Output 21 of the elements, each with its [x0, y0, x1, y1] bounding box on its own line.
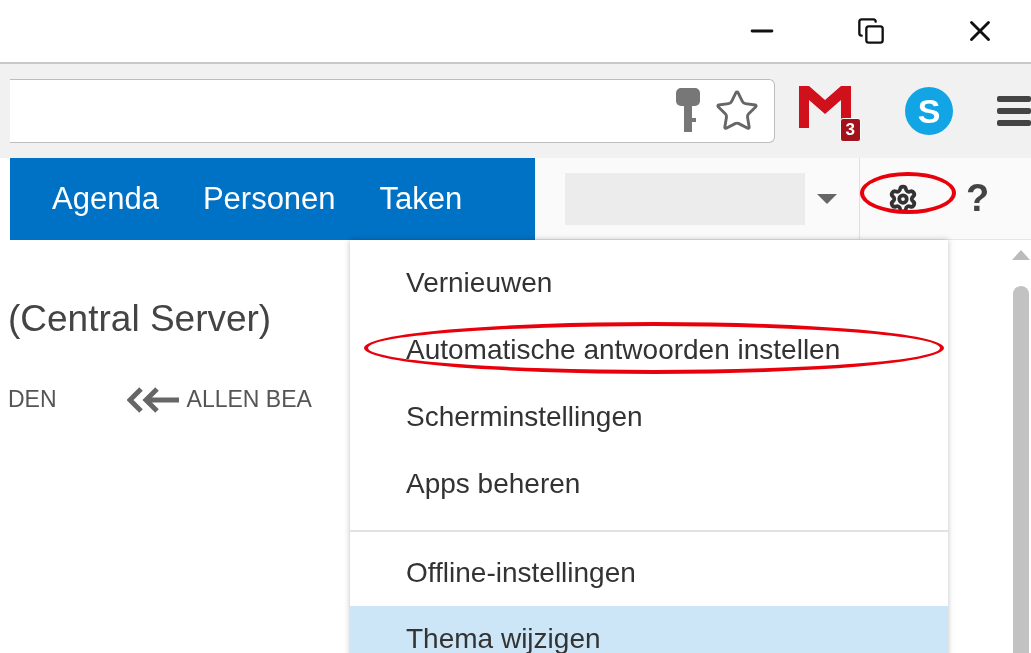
- breadcrumb-link[interactable]: ALLEN BEA: [126, 386, 312, 413]
- nav-link[interactable]: Agenda: [52, 181, 159, 217]
- page-heading: (Central Server): [8, 298, 273, 340]
- nav-link[interactable]: Taken: [379, 181, 463, 217]
- unread-count: 3: [839, 118, 861, 142]
- double-arrow-left-icon: [126, 386, 179, 413]
- menu-item[interactable]: Thema wijzigen: [350, 606, 948, 653]
- restore-icon[interactable]: [857, 17, 885, 45]
- menu-item[interactable]: Vernieuwen: [350, 249, 948, 316]
- menu-item[interactable]: Automatische antwoorden instellen: [350, 316, 948, 383]
- menu-item[interactable]: Offline-instellingen: [350, 540, 948, 606]
- help-icon[interactable]: ?: [966, 177, 990, 220]
- menu-item[interactable]: Apps beheren: [350, 450, 948, 517]
- menu-item[interactable]: Scherminstellingen: [350, 383, 948, 450]
- dropdown-caret-icon[interactable]: [817, 193, 837, 204]
- key-icon[interactable]: [676, 88, 700, 134]
- breadcrumb-link[interactable]: DEN: [8, 386, 57, 413]
- nav-link[interactable]: Personen: [202, 181, 336, 217]
- menu-icon[interactable]: [997, 94, 1031, 128]
- address-bar[interactable]: [10, 79, 775, 143]
- scrollbar-thumb[interactable]: [1013, 286, 1029, 653]
